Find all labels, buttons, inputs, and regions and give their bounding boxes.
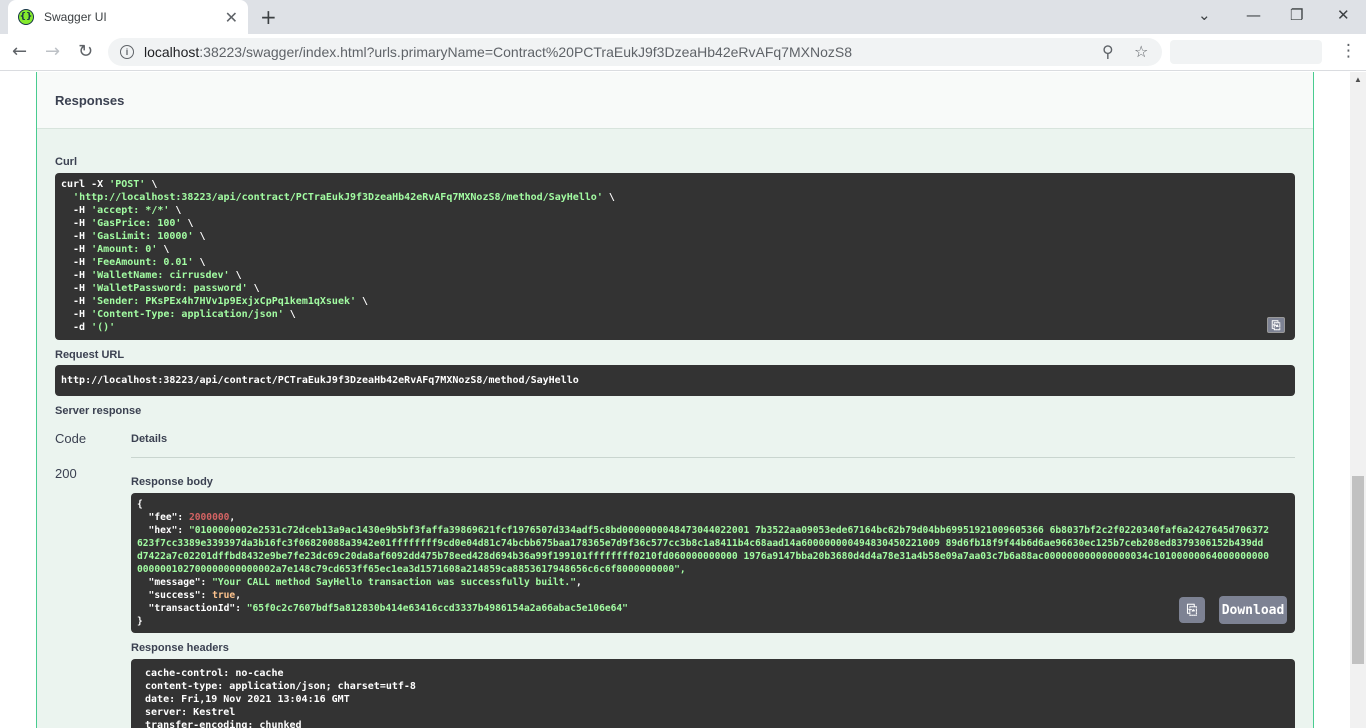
response-header-line: server: Kestrel [139, 707, 236, 718]
close-window-icon[interactable]: ✕ [1337, 6, 1350, 24]
site-info-icon[interactable]: i [120, 45, 134, 59]
responses-heading: Responses [55, 92, 125, 108]
url-host: localhost [144, 44, 200, 60]
tab-search-icon[interactable]: ⌄ [1198, 6, 1211, 24]
curl-line: -H 'Content-Type: application/json' \ [61, 309, 296, 320]
message-line: "message": "Your CALL method SayHello tr… [137, 577, 582, 588]
response-header-line: content-type: application/json; charset=… [139, 681, 416, 692]
address-bar[interactable]: i localhost:38223/swagger/index.html?url… [108, 38, 1162, 66]
body-close-brace: } [137, 616, 143, 627]
minimize-icon[interactable]: — [1246, 6, 1261, 24]
back-icon[interactable]: ← [12, 41, 27, 62]
url-text[interactable]: localhost:38223/swagger/index.html?urls.… [144, 44, 852, 60]
tab-bar: {} Swagger UI ✕ + ⌄ — ❐ ✕ [0, 0, 1366, 34]
response-header-line: date: Fri,19 Nov 2021 13:04:16 GMT [139, 694, 350, 705]
fee-value: 2000000 [188, 512, 230, 523]
response-body-block[interactable]: { "fee": 2000000, "hex": "0100000002e253… [131, 493, 1295, 633]
restore-icon[interactable]: ❐ [1290, 6, 1303, 24]
server-response-label: Server response [55, 405, 142, 417]
extension-area [1170, 40, 1322, 64]
tab-title: Swagger UI [44, 10, 107, 24]
success-key: "success": [137, 590, 213, 601]
close-tab-icon[interactable]: ✕ [225, 8, 238, 27]
forward-icon[interactable]: → [45, 41, 60, 62]
response-header-line: transfer-encoding: chunked [139, 720, 302, 728]
zoom-icon[interactable]: ⚲ [1102, 42, 1114, 61]
response-header-line: cache-control: no-cache [139, 668, 284, 679]
reload-icon[interactable]: ↻ [78, 41, 93, 62]
curl-lines: curl -X 'POST' \ 'http://localhost:38223… [61, 178, 1289, 334]
curl-line: curl -X 'POST' \ [61, 179, 158, 190]
curl-line: -H 'accept: */*' \ [61, 205, 182, 216]
clipboard-icon: ⎘ [1271, 318, 1281, 332]
curl-line: -H 'FeeAmount: 0.01' \ [61, 257, 206, 268]
curl-line: -H 'Amount: 0' \ [61, 244, 170, 255]
responses-header: Responses [37, 72, 1313, 129]
table-divider [131, 457, 1295, 458]
details-column-header: Details [131, 433, 168, 445]
curl-line: -H 'WalletName: cirrusdev' \ [61, 270, 242, 281]
curl-line: -d '()' [61, 322, 116, 333]
hex-key: "hex": [137, 525, 189, 536]
curl-line: -H 'GasPrice: 100' \ [61, 218, 194, 229]
curl-line: 'http://localhost:38223/api/contract/PCT… [73, 192, 615, 203]
txid-value: "65f0c2c7607bdf5a812830b414e63416ccd3337… [246, 603, 628, 614]
curl-line: -H 'GasLimit: 10000' \ [61, 231, 206, 242]
request-url-label: Request URL [55, 349, 125, 361]
scroll-up-arrow-icon[interactable]: ▲ [1354, 75, 1362, 84]
curl-label: Curl [55, 156, 77, 168]
curl-line: -H 'Sender: PKsPEx4h7HVv1p9ExjxCpPq1kem1… [61, 296, 369, 307]
message-value: "Your CALL method SayHello transaction w… [212, 577, 576, 588]
fee-key: "fee": [137, 512, 189, 523]
request-url: http://localhost:38223/api/contract/PCTr… [61, 375, 579, 386]
browser-toolbar: ← → ↻ i localhost:38223/swagger/index.ht… [0, 34, 1366, 71]
status-code: 200 [55, 466, 77, 481]
page-content: Responses Curl curl -X 'POST' \ 'http://… [0, 72, 1350, 728]
txid-key: "transactionId": [137, 603, 247, 614]
browser-tab[interactable]: {} Swagger UI ✕ [8, 0, 248, 34]
new-tab-icon[interactable]: + [260, 5, 277, 29]
operation-block: Responses Curl curl -X 'POST' \ 'http://… [36, 72, 1314, 728]
copy-curl-button[interactable]: ⎘ [1267, 317, 1285, 333]
url-path: :38223/swagger/index.html?urls.primaryNa… [199, 44, 852, 60]
response-headers-label: Response headers [131, 642, 229, 654]
hex-value-part-1: "0100000002e2531c72dceb13a9ac1430e9b5bf3… [188, 525, 1270, 536]
hex-line: "hex": "0100000002e2531c72dceb13a9ac1430… [137, 524, 1289, 537]
hex-value-part-2: 623f7cc3389e339397da3b16fc3f06820088a394… [137, 538, 1264, 549]
clipboard-icon: ⎘ [1186, 602, 1198, 618]
page-scrollbar[interactable]: ▲ [1350, 72, 1366, 728]
success-line: "success": true, [137, 590, 241, 601]
txid-line: "transactionId": "65f0c2c7607bdf5a812830… [137, 602, 1289, 615]
response-body-label: Response body [131, 476, 213, 488]
fee-line: "fee": 2000000, [137, 512, 236, 523]
scrollbar-thumb[interactable] [1352, 476, 1364, 664]
swagger-favicon-icon: {} [18, 9, 34, 25]
response-headers-block[interactable]: cache-control: no-cache content-type: ap… [131, 659, 1295, 728]
browser-menu-icon[interactable]: ⋮ [1340, 41, 1357, 61]
body-open-brace: { [137, 499, 143, 510]
curl-code-block[interactable]: curl -X 'POST' \ 'http://localhost:38223… [55, 173, 1295, 340]
copy-response-button[interactable]: ⎘ [1179, 597, 1205, 623]
code-column-header: Code [55, 431, 87, 446]
curl-line: -H 'WalletPassword: password' \ [61, 283, 260, 294]
success-value: true [212, 590, 236, 601]
header-lines: cache-control: no-cache content-type: ap… [139, 667, 1289, 728]
hex-value-part-3: d7422a7c02201dffbd8432e9be7fe23dc69c20da… [137, 551, 1270, 562]
message-key: "message": [137, 577, 213, 588]
request-url-block[interactable]: http://localhost:38223/api/contract/PCTr… [55, 365, 1295, 396]
bookmark-star-icon[interactable]: ☆ [1134, 42, 1148, 61]
hex-value-part-4: 000000102700000000000002a7e148c79cd653ff… [137, 564, 686, 575]
download-button[interactable]: Download [1219, 596, 1287, 624]
